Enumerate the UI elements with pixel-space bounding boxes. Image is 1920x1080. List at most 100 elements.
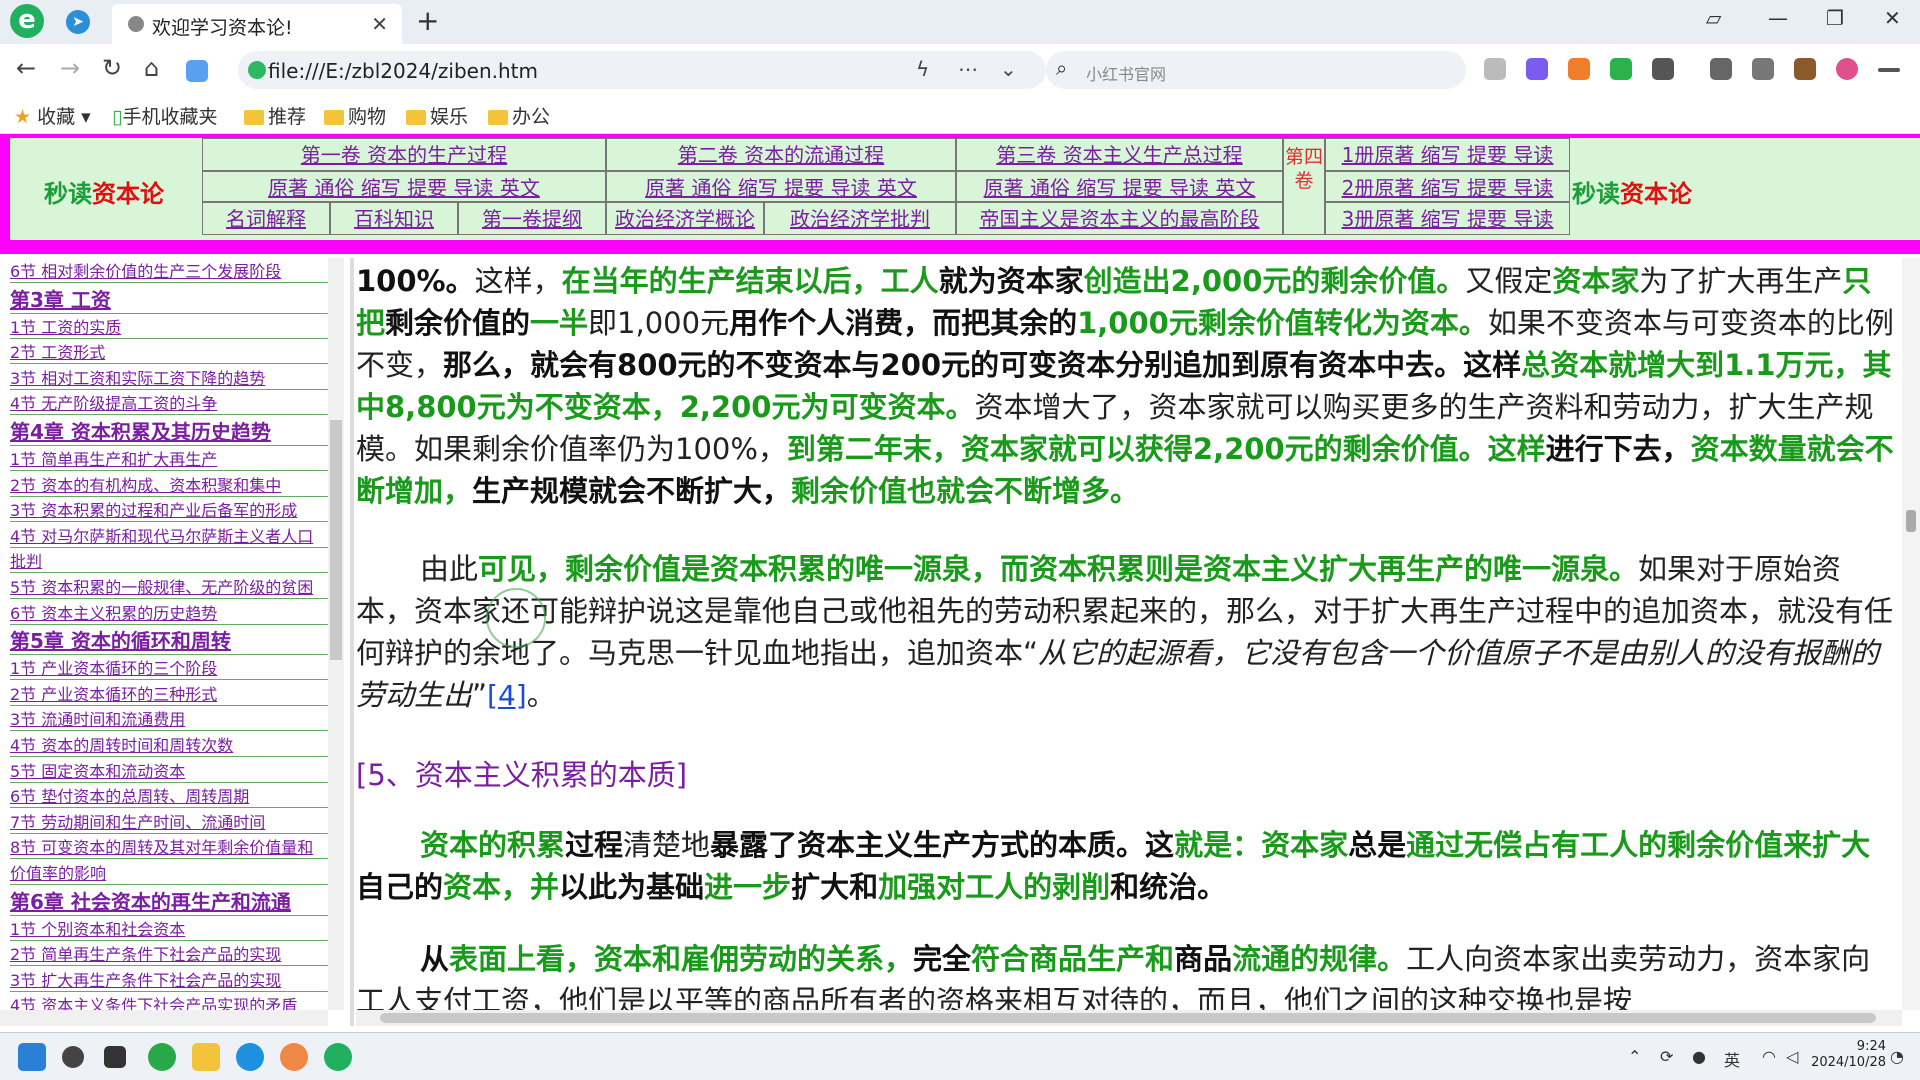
link-imperialism[interactable]: 帝国主义是资本主义的最高阶段 [956,202,1283,235]
sidebar-section-link[interactable]: 4节 资本的周转时间和周转次数 [10,732,328,757]
forward-icon[interactable]: → [60,54,80,82]
briefcase-icon[interactable] [1794,58,1816,80]
volume-1-sublinks[interactable]: 原著 通俗 缩写 提要 导读 英文 [202,171,606,202]
lightning-icon[interactable]: ϟ [916,57,929,81]
link-volume-1[interactable]: 第一卷 资本的生产过程 [202,138,606,171]
bookmark-folder-shopping[interactable]: 购物 [324,102,386,129]
wifi-icon[interactable]: ◠ [1762,1047,1776,1066]
link-book-2[interactable]: 2册原著 缩写 提要 导读 [1325,171,1570,202]
undo-icon[interactable] [1752,58,1774,80]
bookmark-folder-entertainment[interactable]: 娱乐 [406,102,468,129]
extension-green-icon[interactable] [1610,58,1632,80]
sidebar-section-link[interactable]: 3节 相对工资和实际工资下降的趋势 [10,365,328,390]
sidebar-section-link[interactable]: 价值率的影响 [10,860,328,885]
sidebar-section-link[interactable]: 3节 流通时间和流通费用 [10,706,328,732]
ai-icon[interactable] [186,60,208,82]
link-political-economy-critique[interactable]: 政治经济学批判 [764,202,956,235]
browser-logo-icon[interactable]: e [10,4,44,38]
edge-icon[interactable] [236,1043,264,1071]
ime-indicator[interactable]: 英 [1724,1047,1740,1071]
sidebar-section-link[interactable]: 1节 个别资本和社会资本 [10,916,328,941]
content-vertical-scrollbar[interactable] [1902,258,1920,1010]
sidebar-section-link[interactable]: 1节 简单再生产和扩大再生产 [10,446,328,471]
sidebar-chapter-link[interactable]: 第6章 社会资本的再生产和流通 [10,886,328,916]
sidebar-section-link[interactable]: 7节 劳动期间和生产时间、流通时间 [10,809,328,834]
brand-left[interactable]: 秒读资本论 [44,174,164,209]
puzzle-icon[interactable] [1652,58,1674,80]
maximize-icon[interactable]: ❐ [1826,6,1844,30]
sidebar-section-link[interactable]: 6节 相对剩余价值的生产三个发展阶段 [10,258,328,283]
sidebar-section-link[interactable]: 1节 工资的实质 [10,314,328,339]
sidebar-section-link[interactable]: 2节 工资形式 [10,339,328,365]
link-book-3[interactable]: 3册原著 缩写 提要 导读 [1325,202,1570,235]
microphone-icon[interactable]: ● [1692,1047,1706,1066]
scissors-icon[interactable] [1484,58,1506,80]
sidebar-section-link[interactable]: 3节 扩大再生产条件下社会产品的实现 [10,967,328,992]
sidebar-section-link[interactable]: 2节 简单再生产条件下社会产品的实现 [10,941,328,967]
footnote-link[interactable]: [4] [487,679,527,712]
link-volume-1-outline[interactable]: 第一卷提纲 [458,202,606,235]
volume-icon[interactable]: ◁ [1786,1047,1798,1066]
link-volume-4[interactable]: 第四卷 [1283,138,1325,235]
close-tab-icon[interactable]: ✕ [371,12,388,36]
sidebar-chapter-link[interactable]: 第4章 资本积累及其历史趋势 [10,416,328,446]
address-bar[interactable]: file:///E:/zbl2024/ziben.htm ϟ ⋯ ⌄ [238,51,1046,89]
sync-icon[interactable]: ⟳ [1660,1047,1673,1066]
frame-divider[interactable] [350,258,354,1026]
system-clock[interactable]: 9:24 2024/10/28 [1811,1039,1886,1071]
volume-3-sublinks[interactable]: 原著 通俗 缩写 提要 导读 英文 [956,171,1283,202]
sidebar-section-link[interactable]: 4节 对马尔萨斯和现代马尔萨斯主义者人口 [10,523,328,548]
chrome-icon[interactable] [280,1043,308,1071]
link-glossary[interactable]: 名词解释 [202,202,330,235]
more-icon[interactable]: ⋯ [958,57,978,81]
sidebar-section-link[interactable]: 5节 资本积累的一般规律、无产阶级的贫困 [10,574,328,599]
notification-bell-icon[interactable]: ◔ [1890,1047,1904,1066]
sidebar-section-link[interactable]: 8节 可变资本的周转及其对年剩余价值量和 [10,834,328,860]
content-hscroll-thumb[interactable] [380,1013,1876,1023]
sidebar-chapter-link[interactable]: 第3章 工资 [10,284,328,314]
sidebar-section-link[interactable]: 2节 产业资本循环的三种形式 [10,681,328,706]
content-scroll-thumb[interactable] [1906,510,1916,532]
game-icon[interactable] [1568,58,1590,80]
browser-taskbar-icon[interactable] [324,1043,352,1071]
chevron-down-icon[interactable]: ⌄ [1000,57,1017,81]
telegram-icon[interactable]: ➤ [66,10,90,34]
sidebar-section-link[interactable]: 3节 资本积累的过程和产业后备军的形成 [10,497,328,523]
shirt-icon[interactable]: ▱ [1706,6,1721,30]
tray-chevron-icon[interactable]: ⌃ [1628,1047,1641,1066]
bookmark-mobile[interactable]: ▯手机收藏夹 [112,102,217,129]
sidebar-section-link[interactable]: 2节 资本的有机构成、资本积聚和集中 [10,472,328,497]
download-icon[interactable] [1710,58,1732,80]
link-book-1[interactable]: 1册原著 缩写 提要 导读 [1325,138,1570,171]
sidebar-section-link[interactable]: 批判 [10,548,328,574]
bookmark-folder-recommend[interactable]: 推荐 [244,102,306,129]
menu-icon[interactable] [1878,68,1900,72]
active-tab[interactable]: 欢迎学习资本论! ✕ [112,4,402,44]
link-volume-3[interactable]: 第三卷 资本主义生产总过程 [956,138,1283,171]
new-tab-icon[interactable]: + [416,4,439,37]
bookmark-folder-office[interactable]: 办公 [488,102,550,129]
sidebar-section-link[interactable]: 6节 资本主义积累的历史趋势 [10,600,328,625]
brand-right[interactable]: 秒读资本论 [1572,174,1692,209]
search-box[interactable]: ⌕ 小红书官网 [1046,51,1466,89]
file-explorer-icon[interactable] [192,1043,220,1071]
sidebar-chapter-link[interactable]: 第5章 资本的循环和周转 [10,625,328,656]
bookmark-favorites[interactable]: ★ 收藏 ▾ [14,102,91,129]
link-encyclopedia[interactable]: 百科知识 [330,202,458,235]
back-icon[interactable]: ← [16,54,36,82]
translate-icon[interactable] [1526,58,1548,80]
sidebar-scroll-thumb[interactable] [330,420,342,660]
sidebar-section-link[interactable]: 4节 无产阶级提高工资的斗争 [10,390,328,416]
link-volume-2[interactable]: 第二卷 资本的流通过程 [606,138,956,171]
sidebar-section-link[interactable]: 5节 固定资本和流动资本 [10,758,328,783]
sidebar-horizontal-scrollbar[interactable] [0,1010,328,1026]
close-window-icon[interactable]: ✕ [1884,6,1901,30]
volume-2-sublinks[interactable]: 原著 通俗 缩写 提要 导读 英文 [606,171,956,202]
search-icon[interactable] [62,1046,84,1068]
task-view-icon[interactable] [104,1046,126,1068]
app-green-icon[interactable] [148,1043,176,1071]
windows-start-icon[interactable] [18,1043,46,1071]
avatar-icon[interactable] [1836,58,1858,80]
minimize-icon[interactable]: — [1768,6,1788,30]
link-political-economy-intro[interactable]: 政治经济学概论 [606,202,764,235]
